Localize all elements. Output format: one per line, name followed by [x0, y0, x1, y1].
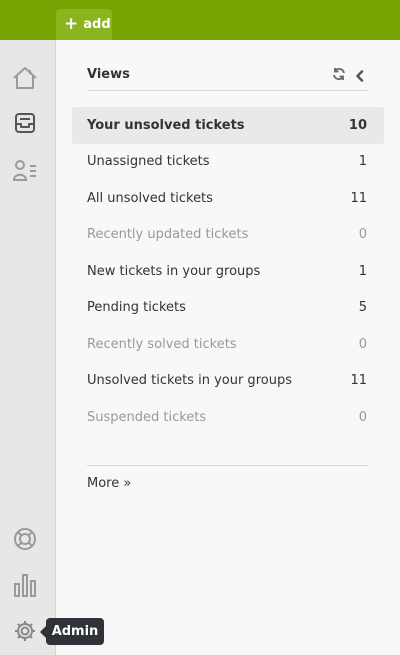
chevron-left-icon[interactable] — [355, 67, 365, 86]
view-item[interactable]: All unsolved tickets 11 — [72, 180, 384, 217]
view-item[interactable]: Recently solved tickets 0 — [72, 326, 384, 363]
views-header: Views — [87, 65, 368, 91]
more-views-link[interactable]: More » — [87, 476, 131, 491]
view-item-label: Recently updated tickets — [87, 227, 249, 243]
view-item[interactable]: Unsolved tickets in your groups 11 — [72, 363, 384, 400]
sidebar-nav — [0, 40, 56, 655]
view-item[interactable]: Recently updated tickets 0 — [72, 217, 384, 254]
view-item[interactable]: Pending tickets 5 — [72, 290, 384, 327]
add-button-label: add — [83, 17, 111, 32]
view-item-count: 1 — [358, 154, 367, 170]
view-item-label: New tickets in your groups — [87, 263, 261, 279]
views-panel: Views Your unsolved tickets 10 Unassigned … — [56, 40, 400, 655]
view-item[interactable]: New tickets in your groups 1 — [72, 253, 384, 290]
view-item-label: Recently solved tickets — [87, 336, 237, 352]
view-item-count: 0 — [358, 336, 367, 352]
add-button[interactable]: + add — [56, 9, 112, 40]
inbox-icon[interactable] — [11, 109, 39, 137]
view-item[interactable]: Unassigned tickets 1 — [72, 144, 384, 181]
lifebuoy-icon[interactable] — [11, 525, 39, 553]
bar-chart-icon[interactable] — [11, 571, 39, 599]
gear-icon[interactable] — [11, 617, 39, 645]
top-bar: + add — [0, 0, 400, 40]
view-item-count: 1 — [358, 263, 367, 279]
view-item-label: All unsolved tickets — [87, 190, 213, 206]
view-item-count: 11 — [350, 373, 367, 389]
home-icon[interactable] — [11, 64, 39, 92]
view-item[interactable]: Your unsolved tickets 10 — [72, 107, 384, 144]
user-list-icon[interactable] — [11, 156, 39, 184]
view-item-count: 0 — [358, 409, 367, 425]
view-item-label: Unassigned tickets — [87, 154, 210, 170]
views-list: Your unsolved tickets 10 Unassigned ticket… — [72, 107, 384, 436]
view-item-label: Your unsolved tickets — [87, 117, 245, 133]
views-title: Views — [87, 67, 130, 82]
refresh-icon[interactable] — [332, 66, 346, 85]
view-item-count: 5 — [358, 300, 367, 316]
view-item-label: Pending tickets — [87, 300, 186, 316]
view-item-label: Suspended tickets — [87, 409, 207, 425]
view-item-count: 0 — [358, 227, 367, 243]
view-item-label: Unsolved tickets in your groups — [87, 373, 292, 389]
admin-tooltip: Admin — [40, 618, 104, 645]
divider — [87, 465, 368, 466]
plus-icon: + — [64, 14, 79, 34]
view-item-count: 11 — [350, 190, 367, 206]
view-item[interactable]: Suspended tickets 0 — [72, 399, 384, 436]
view-item-count: 10 — [348, 117, 367, 133]
